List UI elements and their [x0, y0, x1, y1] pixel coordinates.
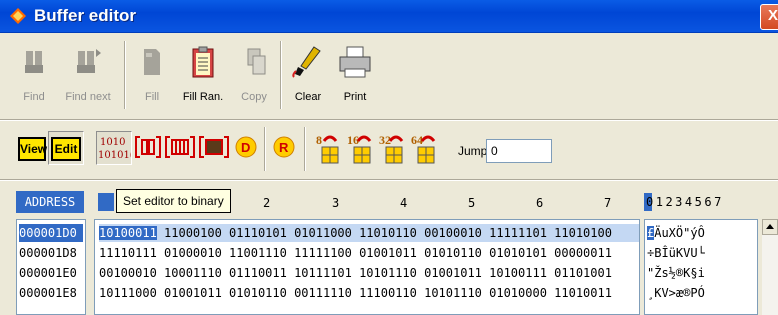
data-column: 10100011 11000100 01110101 01011000 1101… — [94, 219, 640, 315]
fill-button[interactable]: Fill — [132, 37, 172, 115]
binary-mode-button[interactable]: 1010 10101( — [96, 131, 132, 165]
shift-32-button[interactable]: 32 — [378, 131, 408, 165]
view-button[interactable]: View — [18, 137, 47, 161]
fill-icon — [144, 49, 160, 75]
tooltip: Set editor to binary — [116, 189, 231, 213]
width-8bit-button[interactable] — [134, 131, 162, 165]
decimal-mode-text: D — [241, 140, 250, 155]
column-header-6[interactable]: 6 — [536, 196, 543, 210]
decimal-circle-icon: D — [235, 136, 257, 158]
bracket-small-icon — [135, 136, 161, 158]
close-button[interactable]: X — [760, 4, 778, 30]
binoculars-icon — [25, 51, 43, 73]
title-bar: Buffer editor X — [0, 0, 778, 33]
clipboard-icon — [192, 46, 214, 78]
data-row-rest[interactable]: 11000100 01110101 01011000 11010110 0010… — [157, 226, 612, 240]
char-row[interactable]: "Žs½®K§i — [647, 264, 755, 282]
toolbar-separator — [280, 41, 282, 109]
app-icon — [10, 8, 26, 24]
find-next-label: Find next — [65, 91, 111, 103]
vertical-scrollbar[interactable] — [762, 235, 778, 315]
copy-label: Copy — [241, 91, 267, 103]
shift-8-text: 8 — [316, 133, 322, 147]
address-cell[interactable]: 000001D8 — [19, 244, 83, 262]
find-label: Find — [23, 91, 45, 103]
column-0-header[interactable] — [98, 193, 114, 211]
shift-8-icon: 8 — [316, 133, 339, 164]
copy-icon — [247, 48, 266, 75]
binary-text-bottom: 10101( — [98, 150, 131, 161]
clear-label: Clear — [294, 91, 322, 103]
main-toolbar: Find Find next Fill Fill Ran. Copy Clear… — [0, 33, 778, 119]
data-row[interactable]: 11110111 01000010 11001110 11111100 0100… — [99, 244, 639, 262]
r-mode-button[interactable]: R — [270, 131, 298, 165]
column-header-3[interactable]: 3 — [332, 196, 339, 210]
r-mode-text: R — [279, 140, 289, 155]
decimal-mode-button[interactable]: D — [232, 131, 260, 165]
char-column-header: 01234567 — [646, 195, 724, 209]
mode-toolbar: View Edit 1010 10101( D R 8 16 32 64 Jum… — [0, 121, 778, 177]
address-column: 000001D0 000001D8 000001E0 000001E8 — [16, 219, 86, 315]
eraser-brush-icon — [292, 46, 321, 78]
clear-button[interactable]: Clear — [288, 37, 328, 115]
find-button[interactable]: Find — [14, 37, 54, 115]
buffer-grid: ADDRESS Set editor to binary 2 3 4 5 6 7… — [0, 181, 778, 315]
data-row[interactable]: 10100011 11000100 01110101 01011000 1101… — [99, 224, 639, 242]
shift-32-icon: 32 — [379, 133, 404, 164]
address-cell[interactable]: 000001E8 — [19, 284, 83, 302]
width-16bit-button[interactable] — [164, 131, 196, 165]
shift-64-icon: 64 — [411, 133, 436, 164]
address-cell[interactable]: 000001E0 — [19, 264, 83, 282]
print-label: Print — [343, 91, 367, 103]
fill-label: Fill — [144, 91, 160, 103]
shift-16-button[interactable]: 16 — [346, 131, 376, 165]
print-button[interactable]: Print — [330, 37, 380, 115]
shift-8-button[interactable]: 8 — [314, 131, 344, 165]
column-header-5[interactable]: 5 — [468, 196, 475, 210]
scroll-up-button[interactable] — [762, 219, 778, 235]
window-title: Buffer editor — [34, 6, 136, 25]
toolbar-separator — [264, 127, 266, 171]
toolbar-separator — [124, 41, 126, 109]
char-row[interactable]: £ÄuXÖ"ýÔ — [647, 224, 755, 242]
printer-icon — [339, 46, 371, 78]
jump-input[interactable] — [486, 139, 552, 163]
toolbar-separator — [304, 127, 306, 171]
fill-random-label: Fill Ran. — [182, 91, 224, 103]
jump-label: Jump — [458, 144, 488, 158]
bracket-wide-icon — [165, 136, 195, 158]
char-row[interactable]: ¸KV>æ®PÓ — [647, 284, 755, 302]
edit-button[interactable]: Edit — [51, 137, 81, 161]
binoculars-next-icon — [77, 49, 101, 73]
shift-16-icon: 16 — [347, 133, 372, 164]
char-row[interactable]: ÷BÎüKVU└ — [647, 244, 755, 262]
bracket-block-icon — [199, 136, 229, 158]
address-cell[interactable]: 000001D0 — [19, 224, 83, 242]
fill-random-button[interactable]: Fill Ran. — [178, 37, 228, 115]
r-circle-icon: R — [273, 136, 295, 158]
copy-button[interactable]: Copy — [234, 37, 274, 115]
data-row[interactable]: 00100010 10001110 01110011 10111101 1010… — [99, 264, 639, 282]
selected-cell[interactable]: 10100011 — [99, 226, 157, 240]
column-header-2[interactable]: 2 — [263, 196, 270, 210]
char-rest: ÄuXÖ"ýÔ — [654, 226, 705, 240]
find-next-button[interactable]: Find next — [58, 37, 118, 115]
data-row[interactable]: 10111000 01001011 01010110 00111110 1110… — [99, 284, 639, 302]
width-32bit-button[interactable] — [198, 131, 230, 165]
binary-icon: 1010 10101( — [98, 137, 131, 161]
column-header-7[interactable]: 7 — [604, 196, 611, 210]
address-header: ADDRESS — [16, 191, 84, 213]
shift-64-button[interactable]: 64 — [410, 131, 440, 165]
arrow-up-icon — [766, 224, 774, 229]
binary-text-top: 1010 — [100, 137, 125, 148]
char-column: £ÄuXÖ"ýÔ ÷BÎüKVU└ "Žs½®K§i ¸KV>æ®PÓ — [644, 219, 758, 315]
column-header-4[interactable]: 4 — [400, 196, 407, 210]
